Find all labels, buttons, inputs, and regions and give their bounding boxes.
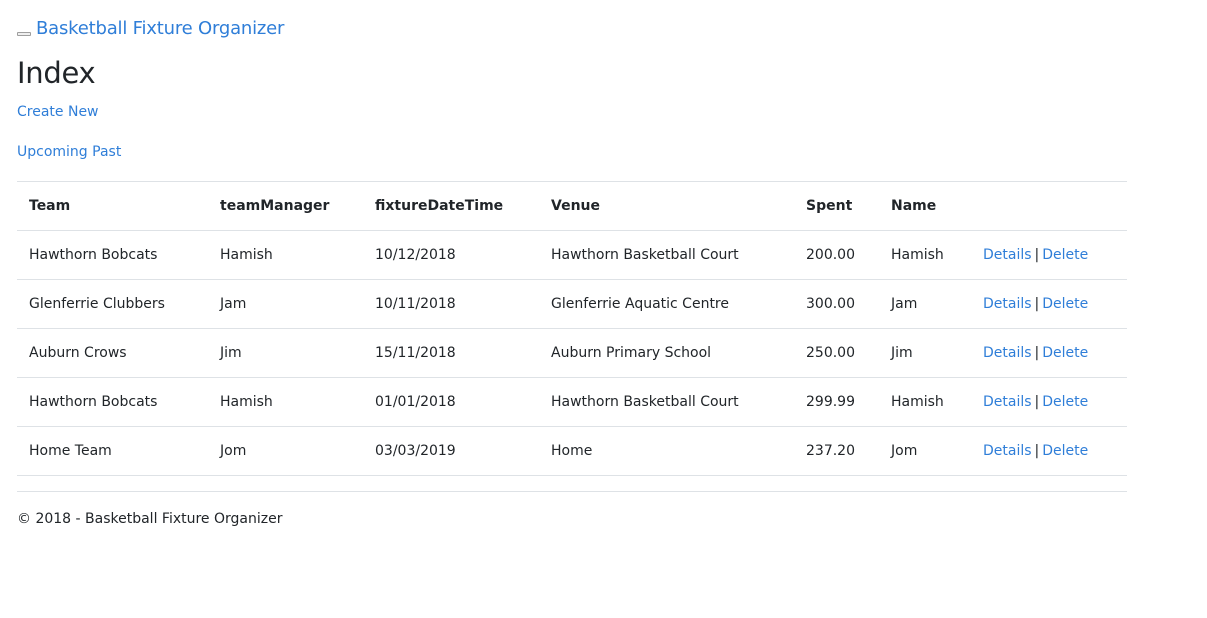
cell-team: Hawthorn Bobcats: [17, 377, 208, 427]
filter-links: Upcoming Past: [17, 144, 121, 160]
delete-link[interactable]: Delete: [1042, 443, 1088, 459]
action-separator: |: [1034, 345, 1040, 361]
cell-team: Home Team: [17, 426, 208, 476]
table-row: Glenferrie Clubbers Jam 10/11/2018 Glenf…: [17, 279, 1127, 329]
cell-manager: Hamish: [208, 377, 363, 427]
fixtures-table: Team teamManager fixtureDateTime Venue S…: [17, 181, 1127, 476]
cell-manager: Jam: [208, 279, 363, 329]
table-row: Auburn Crows Jim 15/11/2018 Auburn Prima…: [17, 328, 1127, 378]
cell-team: Auburn Crows: [17, 328, 208, 378]
details-link[interactable]: Details: [983, 345, 1032, 361]
cell-date: 10/12/2018: [363, 230, 539, 280]
header-team: Team: [17, 181, 208, 231]
cell-venue: Home: [539, 426, 794, 476]
cell-date: 01/01/2018: [363, 377, 539, 427]
table-row: Hawthorn Bobcats Hamish 10/12/2018 Hawth…: [17, 230, 1127, 280]
cell-actions: Details | Delete: [971, 426, 1127, 476]
cell-venue: Hawthorn Basketball Court: [539, 377, 794, 427]
details-link[interactable]: Details: [983, 247, 1032, 263]
cell-date: 03/03/2019: [363, 426, 539, 476]
navbar-toggler-button[interactable]: [17, 32, 31, 36]
header-venue: Venue: [539, 181, 794, 231]
header-fixture-date-time: fixtureDateTime: [363, 181, 539, 231]
delete-link[interactable]: Delete: [1042, 296, 1088, 312]
cell-spent: 250.00: [794, 328, 879, 378]
cell-name: Hamish: [879, 230, 971, 280]
cell-spent: 237.20: [794, 426, 879, 476]
cell-date: 15/11/2018: [363, 328, 539, 378]
cell-venue: Auburn Primary School: [539, 328, 794, 378]
cell-actions: Details | Delete: [971, 328, 1127, 378]
details-link[interactable]: Details: [983, 394, 1032, 410]
cell-name: Jim: [879, 328, 971, 378]
create-new-link[interactable]: Create New: [17, 104, 99, 120]
action-separator: |: [1034, 247, 1040, 263]
cell-actions: Details | Delete: [971, 279, 1127, 329]
delete-link[interactable]: Delete: [1042, 247, 1088, 263]
cell-venue: Glenferrie Aquatic Centre: [539, 279, 794, 329]
cell-date: 10/11/2018: [363, 279, 539, 329]
header-name: Name: [879, 181, 971, 231]
cell-actions: Details | Delete: [971, 377, 1127, 427]
past-link[interactable]: Past: [92, 144, 121, 160]
navbar: Basketball Fixture Organizer: [17, 15, 284, 41]
details-link[interactable]: Details: [983, 296, 1032, 312]
cell-venue: Hawthorn Basketball Court: [539, 230, 794, 280]
header-team-manager: teamManager: [208, 181, 363, 231]
upcoming-link[interactable]: Upcoming: [17, 144, 88, 160]
action-separator: |: [1034, 443, 1040, 459]
cell-name: Hamish: [879, 377, 971, 427]
cell-spent: 299.99: [794, 377, 879, 427]
cell-actions: Details | Delete: [971, 230, 1127, 280]
details-link[interactable]: Details: [983, 443, 1032, 459]
cell-team: Hawthorn Bobcats: [17, 230, 208, 280]
header-actions: [971, 181, 1127, 231]
cell-spent: 300.00: [794, 279, 879, 329]
cell-team: Glenferrie Clubbers: [17, 279, 208, 329]
delete-link[interactable]: Delete: [1042, 345, 1088, 361]
cell-manager: Jim: [208, 328, 363, 378]
brand-link[interactable]: Basketball Fixture Organizer: [36, 18, 284, 39]
footer-copyright: © 2018 - Basketball Fixture Organizer: [17, 511, 283, 527]
header-spent: Spent: [794, 181, 879, 231]
table-row: Hawthorn Bobcats Hamish 01/01/2018 Hawth…: [17, 377, 1127, 427]
table-header-row: Team teamManager fixtureDateTime Venue S…: [17, 181, 1127, 231]
action-separator: |: [1034, 296, 1040, 312]
cell-name: Jom: [879, 426, 971, 476]
table-row: Home Team Jom 03/03/2019 Home 237.20 Jom…: [17, 426, 1127, 476]
action-separator: |: [1034, 394, 1040, 410]
delete-link[interactable]: Delete: [1042, 394, 1088, 410]
cell-spent: 200.00: [794, 230, 879, 280]
footer-divider: [17, 491, 1127, 492]
cell-manager: Jom: [208, 426, 363, 476]
page-title: Index: [17, 56, 96, 90]
cell-manager: Hamish: [208, 230, 363, 280]
cell-name: Jam: [879, 279, 971, 329]
